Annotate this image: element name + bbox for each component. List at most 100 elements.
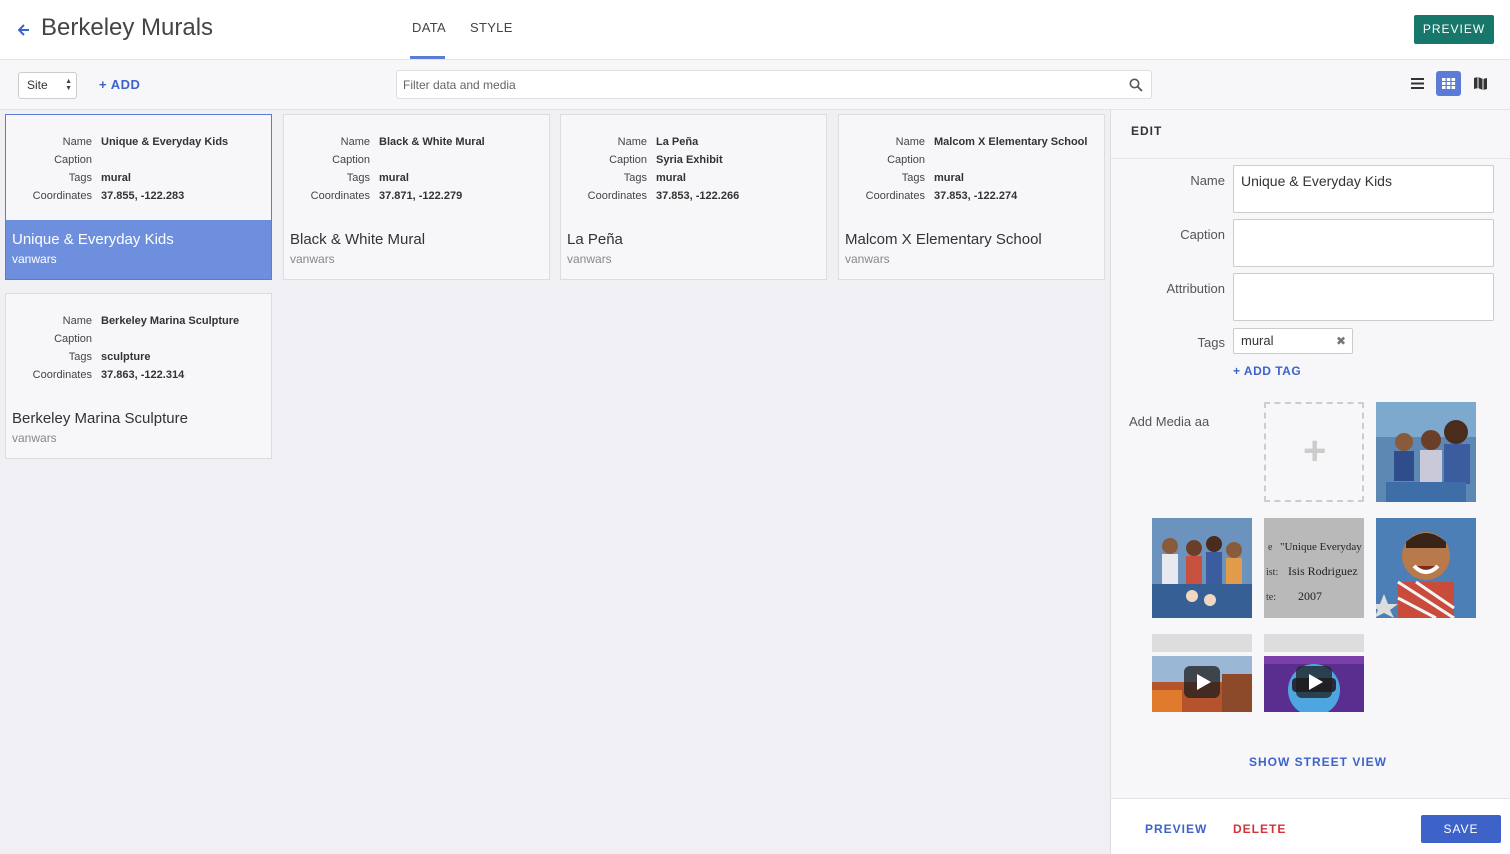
field-row-tags: Tags mural	[6, 169, 271, 187]
field-label: Caption	[54, 333, 92, 345]
record-card[interactable]: Name La Peña Caption Syria Exhibit Tags mur…	[560, 114, 827, 280]
card-owner: vanwars	[12, 252, 57, 266]
tab-data[interactable]: DATA	[412, 20, 446, 35]
tag-chip: mural ✖	[1233, 328, 1353, 354]
field-label: Coordinates	[310, 190, 370, 202]
record-card[interactable]: Name Black & White Mural Caption Tags mura…	[283, 114, 550, 280]
save-button[interactable]: SAVE	[1421, 815, 1501, 843]
field-value-name: La Peña	[656, 136, 699, 148]
card-owner: vanwars	[12, 431, 57, 445]
field-row-caption: Caption	[6, 330, 271, 348]
media-thumbnail[interactable]	[1376, 402, 1476, 502]
type-select[interactable]: Site ▲ ▼	[18, 72, 77, 99]
play-icon[interactable]	[1184, 666, 1220, 698]
plus-icon: +	[99, 77, 111, 92]
plus-icon: +	[1233, 364, 1244, 378]
svg-text:Isis Rodriguez: Isis Rodriguez	[1288, 564, 1358, 578]
field-label: Caption	[887, 154, 925, 166]
field-label: Name	[617, 136, 647, 148]
record-card[interactable]: Name Berkeley Marina Sculpture Caption Ta…	[5, 293, 272, 459]
field-row-caption: Caption Syria Exhibit	[561, 151, 826, 169]
list-view-icon[interactable]	[1405, 71, 1430, 96]
field-label: Coordinates	[32, 190, 92, 202]
name-field[interactable]: Unique & Everyday Kids	[1233, 165, 1494, 213]
media-thumbnail[interactable]: e "Unique Everyday ist: Isis Rodriguez t…	[1264, 518, 1364, 618]
page-title: Berkeley Murals	[41, 14, 214, 41]
card-footer: Unique & Everyday Kids vanwars	[6, 220, 271, 279]
edit-panel: EDIT Name Unique & Everyday Kids Caption…	[1110, 110, 1510, 854]
field-row-name: Name La Peña	[561, 133, 826, 151]
add-button[interactable]: + ADD	[99, 77, 140, 92]
card-owner: vanwars	[290, 252, 335, 266]
field-row-tags: Tags mural	[284, 169, 549, 187]
filter-field	[396, 70, 1152, 99]
video-title-bar	[1152, 634, 1252, 652]
select-arrows-icon: ▲ ▼	[65, 78, 72, 92]
tags-label: Tags	[1197, 335, 1225, 350]
add-tag-button[interactable]: + ADD TAG	[1233, 364, 1301, 378]
close-icon[interactable]: ✖	[1336, 329, 1346, 353]
grid-view-icon[interactable]	[1436, 71, 1461, 96]
video-thumbnail[interactable]	[1152, 634, 1252, 712]
back-arrow-icon[interactable]	[17, 19, 34, 39]
field-value-tags: mural	[656, 172, 686, 184]
field-row-name: Name Berkeley Marina Sculpture	[6, 312, 271, 330]
record-card[interactable]: Name Unique & Everyday Kids Caption Tags m…	[5, 114, 272, 280]
card-owner: vanwars	[567, 252, 612, 266]
card-footer: Malcom X Elementary School vanwars	[839, 220, 1104, 279]
media-thumbnail[interactable]	[1376, 518, 1476, 618]
field-value-tags: mural	[379, 172, 409, 184]
divider	[1111, 158, 1510, 159]
footer-preview-button[interactable]: PREVIEW	[1145, 822, 1207, 836]
card-fields: Name Malcom X Elementary School Caption T…	[839, 133, 1104, 205]
field-label: Tags	[901, 172, 925, 184]
show-street-view-button[interactable]: SHOW STREET VIEW	[1249, 755, 1387, 769]
map-view-icon[interactable]	[1468, 71, 1493, 96]
svg-text:2007: 2007	[1298, 589, 1322, 603]
video-thumbnail[interactable]	[1264, 634, 1364, 712]
field-value-caption: Syria Exhibit	[656, 154, 723, 166]
field-row-name: Name Black & White Mural	[284, 133, 549, 151]
field-value-coordinates: 37.853, -122.266	[656, 190, 740, 202]
top-header: Berkeley Murals DATA STYLE PREVIEW	[0, 0, 1510, 60]
tab-style[interactable]: STYLE	[470, 20, 513, 35]
field-row-name: Name Malcom X Elementary School	[839, 133, 1104, 151]
field-row-caption: Caption	[284, 151, 549, 169]
field-row-coordinates: Coordinates 37.863, -122.314	[6, 366, 271, 384]
name-label: Name	[1190, 173, 1225, 188]
card-title: Malcom X Elementary School	[845, 231, 1042, 248]
card-title: Black & White Mural	[290, 231, 426, 248]
add-media-button[interactable]: +	[1264, 402, 1364, 502]
plus-icon: +	[1303, 429, 1327, 473]
field-row-coordinates: Coordinates 37.871, -122.279	[284, 187, 549, 205]
card-title: Unique & Everyday Kids	[12, 231, 174, 248]
caption-field[interactable]	[1233, 219, 1494, 267]
field-label: Coordinates	[32, 369, 92, 381]
attribution-label: Attribution	[1166, 281, 1225, 296]
card-fields: Name Unique & Everyday Kids Caption Tags m…	[6, 133, 271, 205]
type-select-value: Site	[27, 78, 48, 92]
filter-input[interactable]	[397, 71, 1117, 98]
svg-text:ist:: ist:	[1266, 567, 1278, 578]
field-label: Coordinates	[865, 190, 925, 202]
field-label: Caption	[332, 154, 370, 166]
play-icon[interactable]	[1296, 666, 1332, 698]
search-icon[interactable]	[1129, 78, 1143, 92]
field-row-coordinates: Coordinates 37.853, -122.266	[561, 187, 826, 205]
add-tag-label: ADD TAG	[1243, 364, 1302, 378]
video-title-bar	[1264, 634, 1364, 652]
preview-button[interactable]: PREVIEW	[1414, 15, 1494, 44]
field-value-coordinates: 37.863, -122.314	[101, 369, 185, 381]
svg-text:te:: te:	[1266, 592, 1276, 603]
media-thumbnail[interactable]	[1152, 518, 1252, 618]
record-card[interactable]: Name Malcom X Elementary School Caption T…	[838, 114, 1105, 280]
field-row-caption: Caption	[6, 151, 271, 169]
active-tab-indicator	[410, 56, 445, 59]
field-label: Tags	[346, 172, 370, 184]
delete-button[interactable]: DELETE	[1233, 822, 1286, 836]
svg-text:"Unique Everyday: "Unique Everyday	[1280, 541, 1362, 553]
field-row-caption: Caption	[839, 151, 1104, 169]
field-row-name: Name Unique & Everyday Kids	[6, 133, 271, 151]
attribution-field[interactable]	[1233, 273, 1494, 321]
field-value-coordinates: 37.853, -122.274	[934, 190, 1018, 202]
